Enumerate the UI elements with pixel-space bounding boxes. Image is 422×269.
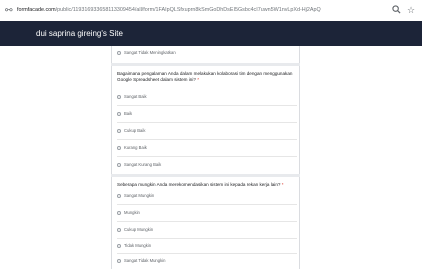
radio-option[interactable]: Sangat Mungkin (117, 192, 297, 202)
option-separator (117, 253, 297, 254)
url-field[interactable]: formfacade.com/public/119316933658113309… (17, 5, 367, 16)
radio-option-label: Cukup Mungkin (124, 227, 154, 232)
radio-option[interactable]: Cukup Baik (117, 127, 297, 137)
question-divider (111, 63, 300, 66)
radio-option[interactable]: Baik (117, 110, 297, 120)
option-separator (117, 156, 297, 157)
magnifier-icon[interactable] (391, 5, 401, 15)
radio-option-label: Sangat Tidak Mungkin (124, 258, 166, 263)
radio-circle-icon[interactable] (117, 112, 121, 116)
radio-option-label: Kurang Baik (124, 145, 147, 150)
radio-option-label: Baik (124, 111, 133, 116)
url-host: formfacade.com (17, 7, 56, 13)
radio-circle-icon[interactable] (117, 228, 121, 232)
required-mark: * (281, 182, 284, 187)
question-text: Seberapa mungkin Anda merekomendasikan s… (117, 182, 281, 187)
radio-circle-icon[interactable] (117, 163, 121, 167)
question-divider (111, 174, 300, 177)
tune-icon[interactable]: ⚯ (5, 5, 15, 15)
radio-option-label: Sangat Mungkin (124, 193, 155, 198)
radio-option-label: Mungkin (124, 210, 140, 215)
site-title: dui saprina gireing's Site (36, 29, 123, 38)
option-separator (117, 238, 297, 239)
radio-option[interactable]: Cukup Mungkin (117, 226, 297, 236)
question-text: Bagaimana pengalaman Anda dalam melakuka… (117, 71, 293, 82)
radio-option[interactable]: Tidak Mungkin (117, 242, 297, 252)
option-separator (117, 122, 297, 123)
radio-circle-icon[interactable] (117, 259, 121, 263)
option-separator (117, 139, 297, 140)
radio-circle-icon[interactable] (117, 146, 121, 150)
question-title: Seberapa mungkin Anda merekomendasikan s… (117, 182, 297, 188)
radio-option[interactable]: Kurang Baik (117, 144, 297, 154)
required-mark: * (197, 77, 199, 82)
option-separator (117, 204, 297, 205)
bookmark-star-icon[interactable]: ☆ (406, 5, 416, 15)
question-title: Bagaimana pengalaman Anda dalam melakuka… (117, 71, 297, 83)
radio-circle-icon[interactable] (117, 95, 121, 99)
radio-option-label: Sangat Baik (124, 94, 147, 99)
option-separator (117, 221, 297, 222)
radio-circle-icon[interactable] (117, 211, 121, 215)
form-card-edge (299, 46, 300, 269)
radio-option-label: Sangat Tidak Meningkatkan (124, 50, 176, 55)
radio-circle-icon[interactable] (117, 51, 121, 55)
form-card-edge (111, 46, 112, 269)
radio-option[interactable]: Sangat Tidak Meningkatkan (117, 49, 297, 59)
radio-option[interactable]: Sangat Tidak Mungkin (117, 257, 297, 267)
option-separator (117, 105, 297, 106)
radio-option-label: Tidak Mungkin (124, 243, 152, 248)
radio-circle-icon[interactable] (117, 244, 121, 248)
radio-circle-icon[interactable] (117, 194, 121, 198)
radio-option[interactable]: Sangat Baik (117, 93, 297, 103)
radio-option-label: Cukup Baik (124, 128, 146, 133)
url-path: /public/119316933658113309454/all/form/1… (55, 7, 321, 13)
site-header: dui saprina gireing's Site (0, 21, 422, 46)
radio-circle-icon[interactable] (117, 129, 121, 133)
radio-option[interactable]: Sangat Kurang Baik (117, 161, 297, 171)
radio-option[interactable]: Mungkin (117, 209, 297, 219)
browser-address-bar: ⚯ formfacade.com/public/1193169336581133… (0, 0, 422, 22)
radio-option-label: Sangat Kurang Baik (124, 162, 162, 167)
